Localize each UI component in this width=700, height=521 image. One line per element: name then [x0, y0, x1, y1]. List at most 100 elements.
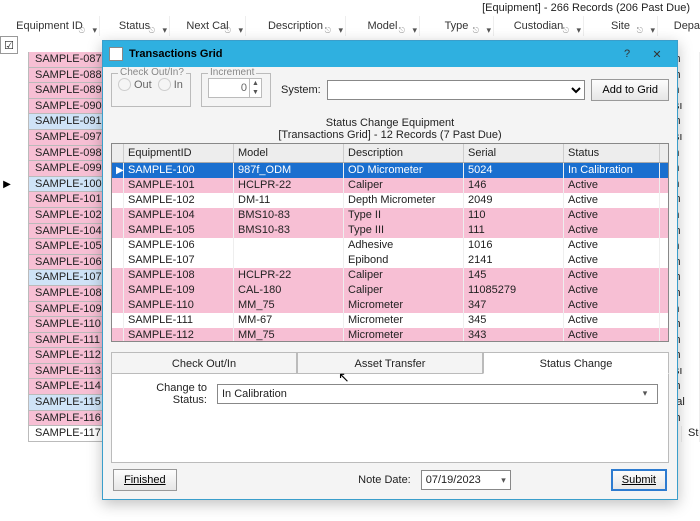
row-indicator-icon	[0, 302, 14, 318]
radio-out-label: Out	[134, 79, 152, 91]
grid-row[interactable]: SAMPLE-101HCLPR-22Caliper146Active	[112, 178, 668, 193]
column-header[interactable]: Custodian⎋▾	[494, 16, 584, 36]
pin-icon[interactable]: ⎋	[473, 21, 479, 41]
pin-icon[interactable]: ⎋	[325, 21, 331, 41]
row-indicator-icon: ▶	[112, 163, 124, 178]
pin-icon[interactable]: ⎋	[637, 21, 643, 41]
tab-check-out-in[interactable]: Check Out/In	[111, 352, 297, 374]
dialog-title: Transactions Grid	[129, 48, 611, 60]
pin-icon[interactable]: ⎋	[225, 21, 231, 41]
chevron-down-icon[interactable]: ▾	[650, 20, 655, 40]
row-indicator-icon	[0, 99, 14, 115]
chevron-down-icon[interactable]: ▾	[338, 20, 343, 40]
radio-in[interactable]: In	[158, 78, 183, 91]
chevron-down-icon[interactable]: ▾	[92, 20, 97, 40]
close-icon[interactable]: ✕	[643, 44, 671, 64]
column-header[interactable]: Model⎋▾	[346, 16, 420, 36]
system-select[interactable]	[327, 80, 586, 100]
note-date-picker[interactable]: 07/19/2023 ▾	[421, 470, 511, 490]
grid-row[interactable]: SAMPLE-104BMS10-83Type II110Active	[112, 208, 668, 223]
grid-row[interactable]: SAMPLE-110MM_75Micrometer347Active	[112, 298, 668, 313]
row-indicator-icon	[0, 395, 14, 411]
grid-column-header[interactable]: Status	[564, 144, 660, 162]
column-header[interactable]: Equipment ID⎋▾	[0, 16, 100, 36]
row-indicator-icon	[0, 239, 14, 255]
row-indicator-icon	[0, 208, 14, 224]
system-label: System:	[281, 84, 321, 96]
grid-row[interactable]: SAMPLE-105BMS10-83Type III111Active	[112, 223, 668, 238]
grid-title: Status Change Equipment	[111, 117, 669, 129]
row-indicator-icon	[112, 193, 124, 208]
pin-icon[interactable]: ⎋	[399, 21, 405, 41]
dialog-titlebar[interactable]: Transactions Grid ? ✕	[103, 41, 677, 67]
grid-row[interactable]: SAMPLE-111MM-67Micrometer345Active	[112, 313, 668, 328]
grid-column-header[interactable]: EquipmentID	[124, 144, 234, 162]
chevron-down-icon[interactable]: ▾	[576, 20, 581, 40]
grid-column-header[interactable]: Description	[344, 144, 464, 162]
add-to-grid-button[interactable]: Add to Grid	[591, 79, 669, 101]
chevron-down-icon[interactable]: ▾	[486, 20, 491, 40]
grid-row[interactable]: SAMPLE-109CAL-180Caliper11085279Active	[112, 283, 668, 298]
grid-row[interactable]: SAMPLE-106Adhesive1016Active	[112, 238, 668, 253]
chevron-down-icon[interactable]: ▾	[412, 20, 417, 40]
radio-in-label: In	[174, 79, 183, 91]
row-indicator-icon	[0, 114, 14, 130]
column-header[interactable]: Type⎋▾	[420, 16, 494, 36]
checkout-label: Check Out/In?	[118, 67, 186, 78]
row-indicator-icon	[0, 68, 14, 84]
finished-button[interactable]: Finished	[113, 469, 177, 491]
column-header[interactable]: Department⎋▾	[658, 16, 700, 36]
transactions-dialog: Transactions Grid ? ✕ Check Out/In? Out …	[102, 40, 678, 500]
row-indicator-icon	[0, 255, 14, 271]
submit-button[interactable]: Submit	[611, 469, 667, 491]
row-indicator-icon	[112, 223, 124, 238]
row-indicator-icon	[0, 348, 14, 364]
row-indicator-icon	[0, 333, 14, 349]
pin-icon[interactable]: ⎋	[149, 21, 155, 41]
grid-column-header[interactable]: Model	[234, 144, 344, 162]
grid-row[interactable]: SAMPLE-107Epibond2141Active	[112, 253, 668, 268]
transactions-grid[interactable]: EquipmentIDModelDescriptionSerialStatus …	[111, 143, 669, 342]
grid-row[interactable]: SAMPLE-102DM-11Depth Micrometer2049Activ…	[112, 193, 668, 208]
column-headers: Equipment ID⎋▾Status⎋▾Next Cal⎋▾Descript…	[0, 16, 700, 36]
tab-status-change[interactable]: Status Change	[483, 352, 669, 374]
change-status-label: Change to Status:	[122, 382, 207, 406]
spin-down-icon[interactable]: ▼	[249, 88, 261, 97]
chevron-down-icon[interactable]: ▾	[162, 20, 167, 40]
status-change-panel: Change to Status: In Calibration ▾	[111, 374, 669, 463]
row-indicator-icon	[0, 83, 14, 99]
column-header[interactable]: Description⎋▾	[246, 16, 346, 36]
grid-column-header[interactable]: Serial	[464, 144, 564, 162]
pin-icon[interactable]: ⎋	[79, 21, 85, 41]
row-indicator-icon	[112, 328, 124, 342]
row-indicator-icon	[0, 364, 14, 380]
row-indicator-icon	[0, 270, 14, 286]
chevron-down-icon[interactable]: ▾	[238, 20, 243, 40]
row-indicator-icon	[0, 52, 14, 68]
chevron-down-icon: ▾	[637, 388, 653, 399]
column-header[interactable]: Status⎋▾	[100, 16, 170, 36]
row-indicator-icon	[0, 130, 14, 146]
records-title: [Equipment] - 266 Records (206 Past Due)	[482, 2, 690, 14]
row-indicator-icon	[0, 161, 14, 177]
row-indicator-icon	[112, 178, 124, 193]
radio-out[interactable]: Out	[118, 78, 152, 91]
row-indicator-icon	[112, 268, 124, 283]
tab-asset-transfer[interactable]: Asset Transfer	[297, 352, 483, 374]
finished-label: Finished	[124, 474, 166, 486]
help-icon[interactable]: ?	[613, 44, 641, 64]
grid-row[interactable]: ▶SAMPLE-100987f_ODMOD Micrometer5024In C…	[112, 163, 668, 178]
column-header[interactable]: Site⎋▾	[584, 16, 658, 36]
row-indicator-icon	[112, 253, 124, 268]
column-header[interactable]: Next Cal⎋▾	[170, 16, 246, 36]
grid-row[interactable]: SAMPLE-108HCLPR-22Caliper145Active	[112, 268, 668, 283]
row-indicator-icon	[112, 298, 124, 313]
row-indicator-icon	[0, 146, 14, 162]
pin-icon[interactable]: ⎋	[563, 21, 569, 41]
spin-up-icon[interactable]: ▲	[249, 79, 261, 88]
row-indicator-icon	[0, 426, 14, 442]
grid-row[interactable]: SAMPLE-112MM_75Micrometer343Active	[112, 328, 668, 342]
row-indicator-icon	[0, 286, 14, 302]
increment-stepper[interactable]: 0 ▲▼	[208, 78, 262, 98]
change-status-select[interactable]: In Calibration ▾	[217, 384, 658, 404]
